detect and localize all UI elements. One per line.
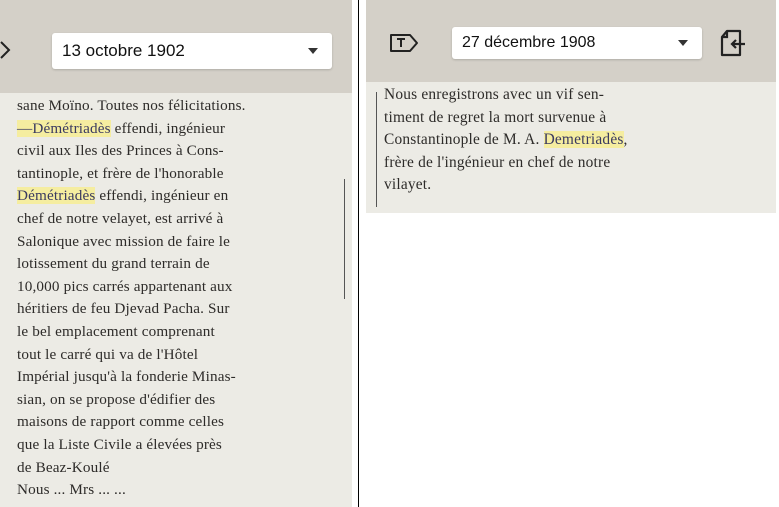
clip-toolbar-left: 13 octobre 1902 — [0, 0, 352, 93]
article-text: Impérial jusqu'à la fonderie Minas- — [17, 368, 236, 386]
article-text: sane Moïno. Toutes nos félicitations. — [17, 97, 246, 114]
text-tag-icon[interactable] — [388, 32, 420, 59]
article-line: Nous ... Mrs ... ... — [17, 481, 126, 499]
article-line: lotissement du grand terrain de — [17, 255, 210, 273]
clip-add-icon[interactable] — [718, 28, 748, 65]
article-line: que la Liste Civile a élevées près — [17, 436, 222, 454]
article-line: Salonique avec mission de faire le — [17, 233, 230, 251]
article-line: Démétriadès effendi, ingénieur en — [17, 187, 228, 205]
article-line: civil aux Iles des Princes à Cons- — [17, 142, 224, 160]
article-text: héritiers de feu Djevad Pacha. Sur — [17, 300, 230, 318]
chevron-down-icon — [678, 40, 688, 46]
article-text: vilayet. — [384, 176, 432, 194]
article-line: Nous enregistrons avec un vif sen- — [384, 86, 604, 104]
article-line: —Démétriadès effendi, ingénieur — [17, 119, 226, 138]
article-line: Impérial jusqu'à la fonderie Minas- — [17, 368, 236, 386]
article-text: maisons de rapport comme celles — [17, 413, 225, 431]
column-rule — [344, 179, 345, 299]
article-text: lotissement du grand terrain de — [17, 255, 210, 273]
article-text: que la Liste Civile a élevées près — [17, 436, 222, 453]
article-line: tantinople, et frère de l'honorable — [17, 165, 224, 183]
article-text: le bel emplacement comprenant — [17, 323, 215, 340]
article-line: Constantinople de M. A. Demetriadès, — [384, 131, 628, 149]
date-select-right[interactable]: 27 décembre 1908 — [452, 27, 702, 59]
article-line: le bel emplacement comprenant — [17, 323, 215, 341]
article-text: chef de notre velayet, est arrivé à — [17, 210, 224, 227]
article-line: timent de regret la mort survenue à — [384, 109, 606, 127]
article-line: 10,000 pics carrés appartenant aux — [17, 278, 233, 296]
article-text: tantinople, et frère de l'honorable — [17, 164, 224, 182]
article-text: 10,000 pics carrés appartenant aux — [17, 277, 233, 295]
search-highlight: Demetriadès — [543, 131, 624, 149]
article-text: effendi, ingénieur — [110, 119, 226, 137]
article-line: tout le carré qui va de l'Hôtel — [17, 346, 198, 364]
article-line: sian, on se propose d'édifier des — [17, 391, 215, 409]
clip-toolbar-right: 27 décembre 1908 — [366, 0, 776, 82]
article-line: maisons de rapport comme celles — [17, 413, 224, 431]
article-line: héritiers de feu Djevad Pacha. Sur — [17, 300, 230, 318]
article-text: effendi, ingénieur en — [95, 187, 229, 205]
article-line: frère de l'ingénieur en chef de notre — [384, 154, 610, 172]
article-line: chef de notre velayet, est arrivé à — [17, 210, 223, 228]
date-value-left: 13 octobre 1902 — [62, 41, 185, 60]
newspaper-clip-right: Nous enregistrons avec un vif sen-timent… — [366, 82, 776, 213]
article-text: de Beaz-Koulé — [17, 458, 110, 476]
panel-divider — [358, 0, 359, 507]
article-line: de Beaz-Koulé — [17, 459, 110, 477]
article-text: Constantinople de M. A. — [384, 131, 544, 149]
article-text: Nous enregistrons avec un vif sen- — [384, 86, 605, 103]
newspaper-clip-left: sane Moïno. Toutes nos félicitations. —Dé… — [0, 93, 352, 507]
clip-panel-right: 27 décembre 1908 Nous enregistrons avec … — [366, 0, 776, 213]
article-text: , — [623, 131, 628, 149]
clip-panel-left: 13 octobre 1902 sane Moïno. Toutes nos f… — [0, 0, 352, 507]
article-text: Nous ... Mrs ... ... — [17, 481, 126, 499]
article-text: Salonique avec mission de faire le — [17, 232, 231, 250]
chevron-right-icon[interactable] — [0, 40, 12, 65]
column-rule — [376, 92, 377, 207]
search-highlight: Démétriadès — [17, 187, 96, 205]
article-text: frère de l'ingénieur en chef de notre — [384, 153, 611, 171]
article-text: civil aux Iles des Princes à Cons- — [17, 142, 224, 160]
chevron-down-icon — [308, 48, 318, 54]
article-text: tout le carré qui va de l'Hôtel — [17, 345, 199, 363]
article-text: timent de regret la mort survenue à — [384, 108, 607, 126]
date-value-right: 27 décembre 1908 — [462, 34, 596, 51]
article-line: vilayet. — [384, 176, 431, 194]
article-line: sane Moïno. Toutes nos félicitations. — [17, 97, 246, 115]
date-select-left[interactable]: 13 octobre 1902 — [52, 33, 332, 69]
article-text: sian, on se propose d'édifier des — [17, 390, 216, 408]
search-highlight: —Démétriadès — [17, 119, 111, 137]
